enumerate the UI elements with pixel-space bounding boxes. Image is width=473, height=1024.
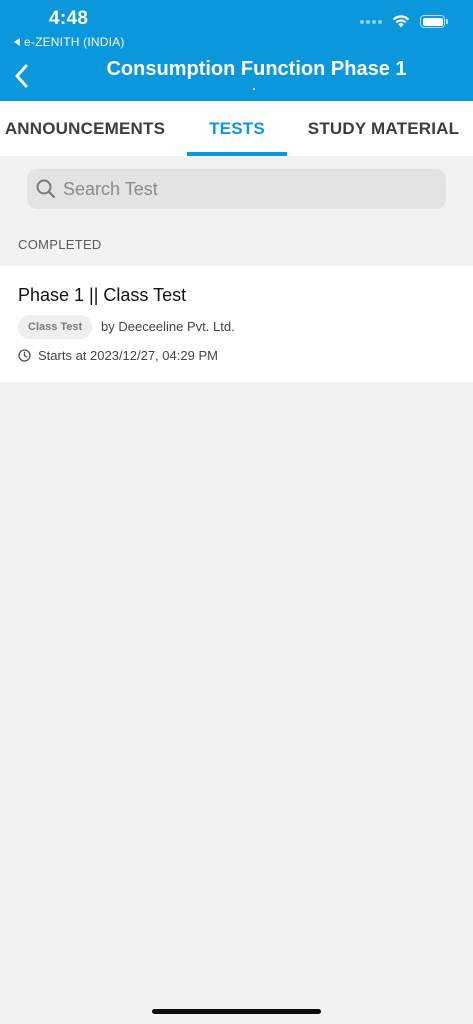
home-indicator[interactable] bbox=[152, 1009, 321, 1014]
test-author: by Deeceeline Pvt. Ltd. bbox=[101, 319, 235, 334]
active-tab-indicator bbox=[187, 152, 287, 156]
battery-icon bbox=[420, 15, 448, 28]
wifi-icon bbox=[392, 15, 410, 28]
test-start-time: Starts at 2023/12/27, 04:29 PM bbox=[18, 348, 218, 363]
test-type-badge: Class Test bbox=[18, 315, 93, 339]
page-title: Consumption Function Phase 1 bbox=[106, 58, 407, 80]
test-start-label: Starts at 2023/12/27, 04:29 PM bbox=[38, 348, 218, 363]
status-time: 4:48 bbox=[49, 8, 89, 29]
test-title: Phase 1 || Class Test bbox=[18, 285, 187, 305]
back-triangle-icon bbox=[14, 38, 20, 46]
search-icon bbox=[36, 179, 56, 199]
page-indicator-dot bbox=[253, 88, 255, 90]
clock-icon bbox=[18, 349, 31, 362]
tab-announcements[interactable]: ANNOUNCEMENTS bbox=[0, 101, 170, 156]
tab-tests[interactable]: TESTS bbox=[187, 101, 287, 156]
status-indicators bbox=[360, 15, 448, 28]
tab-bar: ANNOUNCEMENTS TESTS STUDY MATERIAL bbox=[0, 101, 473, 156]
app-header: 4:48 e-ZENITH (INDIA) Consumption Functi… bbox=[0, 0, 473, 101]
search-bar[interactable] bbox=[27, 169, 446, 209]
search-input[interactable] bbox=[61, 177, 425, 201]
section-label-completed: COMPLETED bbox=[18, 237, 102, 252]
chevron-left-icon[interactable] bbox=[12, 62, 32, 90]
cellular-signal-icon bbox=[360, 19, 382, 24]
back-app-label: e-ZENITH (INDIA) bbox=[24, 35, 125, 49]
test-card[interactable]: Phase 1 || Class Test Class Test by Deec… bbox=[0, 266, 473, 382]
tab-study-material[interactable]: STUDY MATERIAL bbox=[300, 101, 467, 156]
back-to-app-link[interactable]: e-ZENITH (INDIA) bbox=[14, 35, 125, 49]
